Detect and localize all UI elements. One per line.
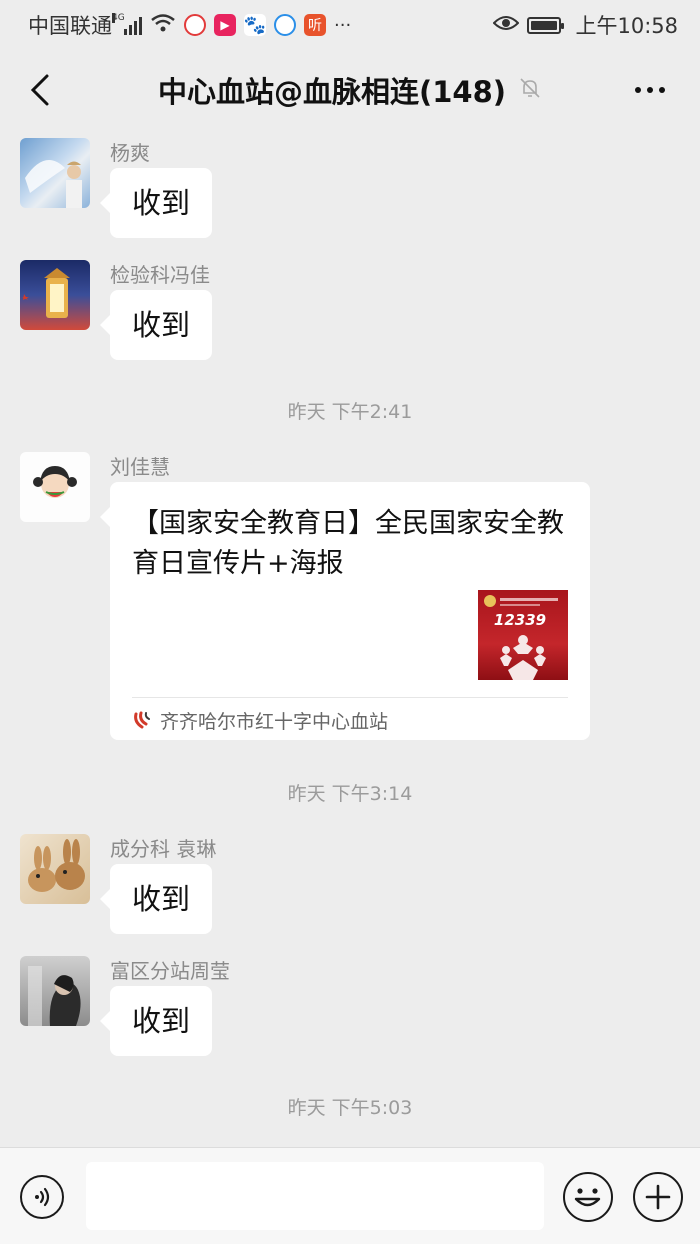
clock-label: 上午10:58: [575, 14, 678, 38]
avatar[interactable]: [20, 138, 90, 208]
sender-name: 富区分站周莹: [110, 959, 230, 983]
avatar[interactable]: [20, 834, 90, 904]
message-row: 杨爽 收到: [20, 138, 213, 238]
chat-title-group[interactable]: 中心血站@血脉相连(148): [158, 69, 542, 111]
timestamp: 昨天 下午5:03: [287, 1097, 413, 1119]
message-input[interactable]: [86, 1162, 544, 1230]
source-logo-icon: [134, 711, 150, 729]
avatar[interactable]: [20, 260, 90, 330]
carrier-label: 中国联通: [28, 14, 112, 38]
back-button[interactable]: [20, 70, 60, 110]
chat-header: 中心血站@血脉相连(148): [0, 50, 700, 130]
status-right: 上午10:58: [493, 10, 678, 40]
status-bar: 中国联通 4G ▶ 🐾 听 ··· 上午10:58: [0, 0, 700, 50]
message-bubble[interactable]: 收到: [99, 986, 213, 1056]
timestamp: 昨天 下午2:41: [287, 401, 413, 423]
sender-name: 成分科 袁琳: [110, 837, 217, 861]
input-bar: [0, 1147, 700, 1244]
sender-name: 检验科冯佳: [110, 263, 210, 287]
dot-icon: [635, 87, 641, 93]
baidu-paw-icon: 🐾: [243, 14, 267, 36]
dot-icon: [659, 87, 665, 93]
emoji-button[interactable]: [563, 1172, 613, 1222]
sender-name: 刘佳慧: [110, 455, 170, 479]
mute-bell-icon: [518, 76, 542, 104]
dot-icon: [647, 87, 653, 93]
message-body: 成分科 袁琳 收到: [99, 834, 217, 934]
voice-wave-icon: [35, 1187, 50, 1207]
avatar[interactable]: [20, 452, 90, 522]
message-bubble[interactable]: 收到: [99, 864, 213, 934]
more-options-button[interactable]: [628, 78, 672, 102]
wifi-icon: [150, 13, 176, 38]
video-app-icon: ▶: [214, 14, 236, 36]
chat-title: 中心血站@血脉相连(148): [157, 75, 507, 109]
voice-input-button[interactable]: [20, 1175, 64, 1219]
more-functions-button[interactable]: [633, 1172, 683, 1222]
avatar[interactable]: [20, 956, 90, 1026]
message-row: 检验科冯佳 收到: [20, 260, 213, 360]
message-row: 富区分站周莹 收到: [20, 956, 230, 1056]
network-type-label: 4G: [112, 13, 125, 23]
message-body: 刘佳慧 【国家安全教育日】全民国家安全教育日宣传片+海报 12339 齐齐哈尔市…: [100, 452, 590, 740]
message-body: 富区分站周莹 收到: [99, 956, 230, 1056]
app-notification-icon: [184, 14, 206, 36]
battery-icon: [527, 16, 565, 34]
thumbnail-hotline-label: 12339: [494, 611, 546, 629]
message-body: 杨爽 收到: [99, 138, 213, 238]
listen-app-icon: 听: [304, 14, 326, 36]
source-name: 齐齐哈尔市红十字中心血站: [160, 710, 389, 733]
more-notifications-icon: ···: [334, 14, 352, 36]
message-body: 检验科冯佳 收到: [99, 260, 213, 360]
smiley-icon: [574, 1188, 601, 1207]
signal-icon: 4G: [112, 13, 142, 35]
article-title: 【国家安全教育日】全民国家安全教育日宣传片+海报: [132, 508, 564, 579]
eye-comfort-icon: [493, 13, 520, 37]
card-divider: [132, 697, 568, 698]
plus-icon: [645, 1184, 671, 1210]
shared-article-card[interactable]: 【国家安全教育日】全民国家安全教育日宣传片+海报 12339 齐齐哈尔市红十字中…: [100, 482, 590, 740]
timestamp: 昨天 下午3:14: [287, 783, 413, 805]
message-bubble[interactable]: 收到: [99, 290, 213, 360]
article-source: 齐齐哈尔市红十字中心血站: [132, 706, 388, 734]
message-row: 刘佳慧 【国家安全教育日】全民国家安全教育日宣传片+海报 12339 齐齐哈尔市…: [20, 452, 590, 740]
message-row: 成分科 袁琳 收到: [20, 834, 216, 934]
browser-app-icon: [274, 14, 296, 36]
message-bubble[interactable]: 收到: [99, 168, 213, 238]
chevron-left-icon: [30, 74, 49, 106]
sender-name: 杨爽: [110, 141, 150, 165]
status-left: 中国联通 4G ▶ 🐾 听 ···: [28, 10, 351, 40]
article-thumbnail: 12339: [478, 590, 568, 680]
